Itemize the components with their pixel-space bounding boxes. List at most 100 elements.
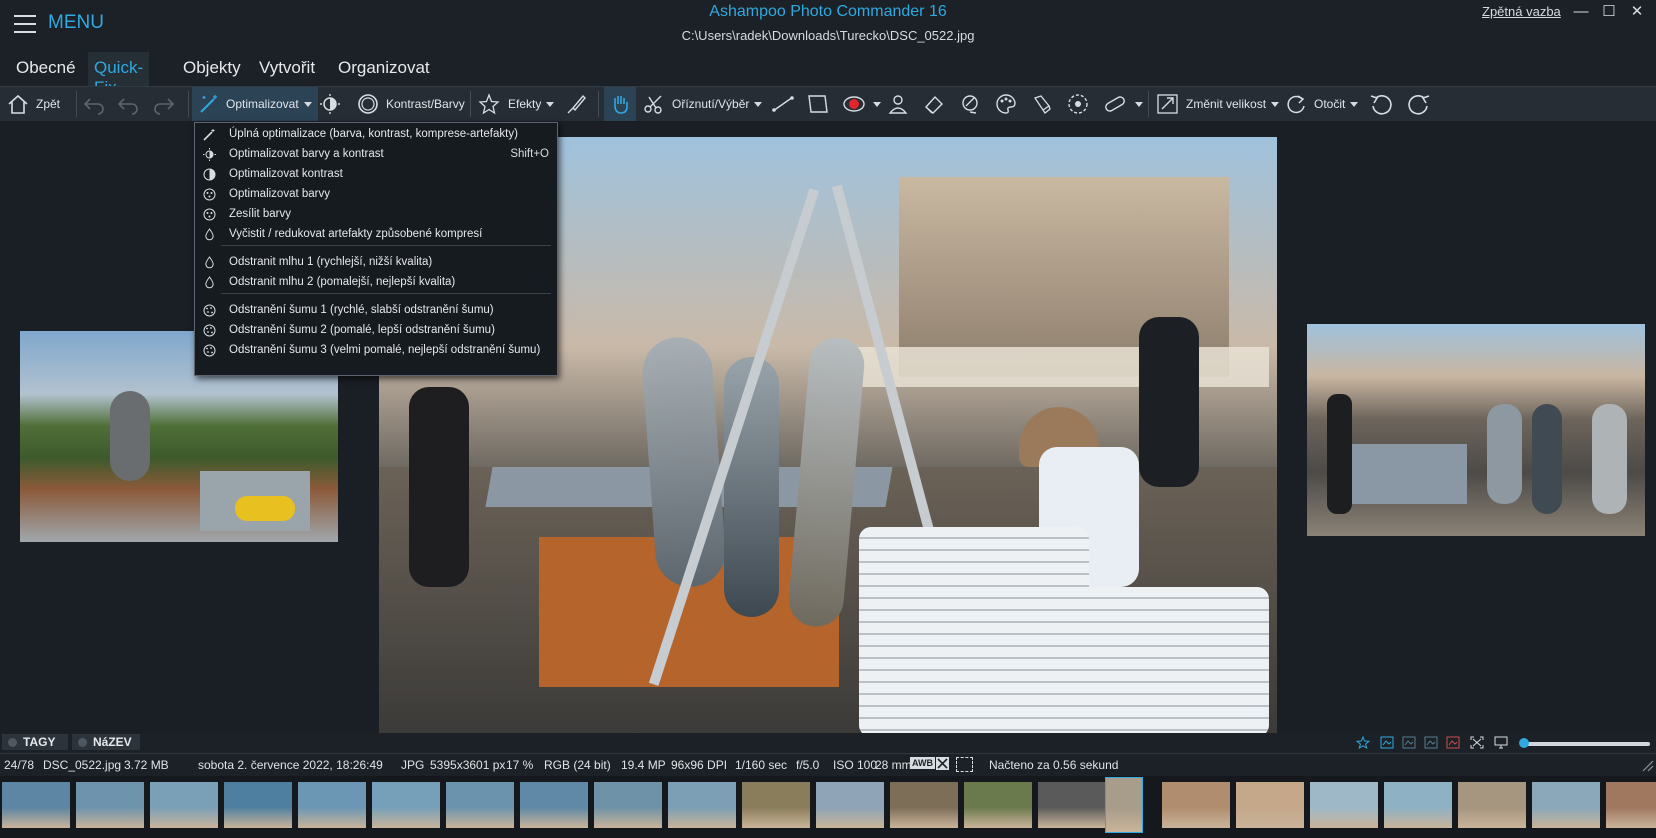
minimize-button[interactable]: — <box>1572 4 1590 20</box>
filmstrip-thumbnail[interactable] <box>1162 782 1230 828</box>
close-button[interactable]: ✕ <box>1628 4 1646 20</box>
brightness-button[interactable] <box>318 87 342 121</box>
effects-button[interactable]: Efekty <box>478 87 555 121</box>
optimize-menu-item[interactable]: Odstranit mlhu 2 (pomalejší, nejlepší kv… <box>195 273 557 293</box>
filmstrip-thumbnail[interactable] <box>1038 782 1106 828</box>
focus-circle-icon <box>1068 94 1088 114</box>
monitor-icon[interactable] <box>1494 736 1508 749</box>
color-mode: RGB (24 bit) <box>544 758 611 772</box>
filmstrip-thumbnail[interactable] <box>964 782 1032 828</box>
optimize-menu-item[interactable]: Optimalizovat barvy a kontrast Shift+O <box>195 145 557 165</box>
filmstrip-thumbnail[interactable] <box>76 782 144 828</box>
optimize-menu-item[interactable]: Optimalizovat kontrast <box>195 165 557 185</box>
crop-frame-icon <box>956 757 973 772</box>
next-photo-preview[interactable] <box>1307 324 1645 536</box>
magic-wand-icon <box>203 128 216 141</box>
filmstrip-thumbnail[interactable] <box>1384 782 1452 828</box>
flashlight-button[interactable] <box>1030 87 1054 121</box>
toolbar: Zpět Optimalizovat Kontrast/Barvy Efekty… <box>0 86 1656 122</box>
chevron-down-icon <box>754 101 763 107</box>
star-effects-icon <box>478 93 500 115</box>
rotate-button[interactable]: Otočit <box>1284 87 1359 121</box>
straighten-button[interactable] <box>770 87 796 121</box>
redo-button[interactable] <box>150 87 176 121</box>
filmstrip-thumbnail[interactable] <box>224 782 292 828</box>
fullscreen-icon[interactable] <box>1470 736 1484 749</box>
optimize-menu-item[interactable]: Vyčistit / redukovat artefakty způsobené… <box>195 225 557 245</box>
feedback-link[interactable]: Zpětná vazba <box>1482 4 1561 19</box>
rotate-left-icon <box>1370 95 1392 115</box>
menu-item-label: Odstranění šumu 3 (velmi pomalé, nejlepš… <box>229 344 541 356</box>
rotate-right-button[interactable] <box>1404 87 1432 121</box>
filmstrip-thumbnail[interactable] <box>668 782 736 828</box>
noise-icon <box>203 344 216 357</box>
filmstrip-thumbnail[interactable] <box>1606 782 1656 828</box>
hand-tool-button[interactable] <box>604 87 636 121</box>
filmstrip-thumbnail[interactable] <box>520 782 588 828</box>
optimize-menu-item[interactable]: Zesílit barvy <box>195 205 557 225</box>
chevron-down-icon <box>873 101 881 107</box>
tab-objekty[interactable]: Objekty <box>177 52 247 84</box>
favorite-star-icon[interactable] <box>1356 736 1370 749</box>
rotate-left-button[interactable] <box>1368 87 1396 121</box>
palette-button[interactable] <box>994 87 1018 121</box>
tags-button[interactable]: TAGY <box>2 734 68 750</box>
view-mode-4-icon[interactable] <box>1446 736 1460 749</box>
optimize-menu-item[interactable]: Úplná optimalizace (barva, kontrast, kom… <box>195 125 557 145</box>
portrait-button[interactable] <box>886 87 910 121</box>
optimize-menu-item[interactable]: Odstranění šumu 1 (rychlé, slabší odstra… <box>195 301 557 321</box>
tab-obecne[interactable]: Obecné <box>10 52 82 84</box>
file-name: DSC_0522.jpg <box>43 758 122 772</box>
filmstrip-thumbnail[interactable] <box>1236 782 1304 828</box>
name-button[interactable]: NáZEV <box>72 734 140 750</box>
zoom-slider-track[interactable] <box>1520 742 1650 746</box>
view-mode-3-icon[interactable] <box>1424 736 1438 749</box>
filmstrip-thumbnail[interactable] <box>372 782 440 828</box>
maximize-button[interactable]: ☐ <box>1600 4 1618 20</box>
contrast-colors-button[interactable]: Kontrast/Barvy <box>356 87 465 121</box>
back-button[interactable]: Zpět <box>6 87 60 121</box>
resize-grip-icon[interactable] <box>1638 756 1654 772</box>
retouch-button[interactable] <box>958 87 982 121</box>
current-thumbnail[interactable] <box>1105 777 1143 833</box>
optimize-menu-item[interactable]: Odstranění šumu 3 (velmi pomalé, nejlepš… <box>195 341 557 361</box>
optimize-button[interactable]: Optimalizovat <box>192 87 318 121</box>
zoom-slider-handle[interactable] <box>1518 738 1529 748</box>
resize-button[interactable]: Změnit velikost <box>1156 87 1280 121</box>
contrast-colors-label: Kontrast/Barvy <box>386 97 465 111</box>
crop-select-label: Oříznutí/Výběr <box>672 97 750 111</box>
sun-contrast-icon <box>203 148 216 161</box>
filmstrip-thumbnail[interactable] <box>1310 782 1378 828</box>
red-eye-button[interactable] <box>842 87 881 121</box>
optimize-menu-item[interactable]: Odstranění šumu 2 (pomalé, lepší odstran… <box>195 321 557 341</box>
filmstrip-thumbnail[interactable] <box>1532 782 1600 828</box>
optimize-menu-item[interactable]: Optimalizovat barvy <box>195 185 557 205</box>
filmstrip-thumbnail[interactable] <box>2 782 70 828</box>
tab-vytvorit[interactable]: Vytvořit <box>253 52 321 84</box>
bandage-button[interactable] <box>1102 87 1143 121</box>
crop-select-button[interactable]: Oříznutí/Výběr <box>642 87 763 121</box>
filmstrip-thumbnail[interactable] <box>594 782 662 828</box>
chevron-down-icon <box>1271 101 1280 107</box>
filmstrip-thumbnail[interactable] <box>1458 782 1526 828</box>
filmstrip-thumbnail[interactable] <box>446 782 514 828</box>
filmstrip-thumbnail[interactable] <box>816 782 884 828</box>
brush-button[interactable] <box>564 87 588 121</box>
perspective-button[interactable] <box>806 87 830 121</box>
perspective-icon <box>808 95 828 113</box>
optimize-menu-item[interactable]: Odstranit mlhu 1 (rychlejší, nižší kvali… <box>195 253 557 273</box>
tab-organizovat[interactable]: Organizovat <box>332 52 436 84</box>
view-mode-1-icon[interactable] <box>1380 736 1394 749</box>
filmstrip-thumbnail[interactable] <box>890 782 958 828</box>
view-mode-2-icon[interactable] <box>1402 736 1416 749</box>
filmstrip-thumbnail[interactable] <box>150 782 218 828</box>
undo-button[interactable] <box>116 87 142 121</box>
tilt-shift-button[interactable] <box>1066 87 1090 121</box>
eraser-button[interactable] <box>922 87 946 121</box>
menu-item-label: Úplná optimalizace (barva, kontrast, kom… <box>229 128 518 140</box>
filmstrip-thumbnail[interactable] <box>742 782 810 828</box>
filmstrip-thumbnail[interactable] <box>298 782 366 828</box>
undo-all-button[interactable] <box>82 87 108 121</box>
name-dot-icon <box>78 737 87 747</box>
menu-item-shortcut: Shift+O <box>510 148 549 160</box>
